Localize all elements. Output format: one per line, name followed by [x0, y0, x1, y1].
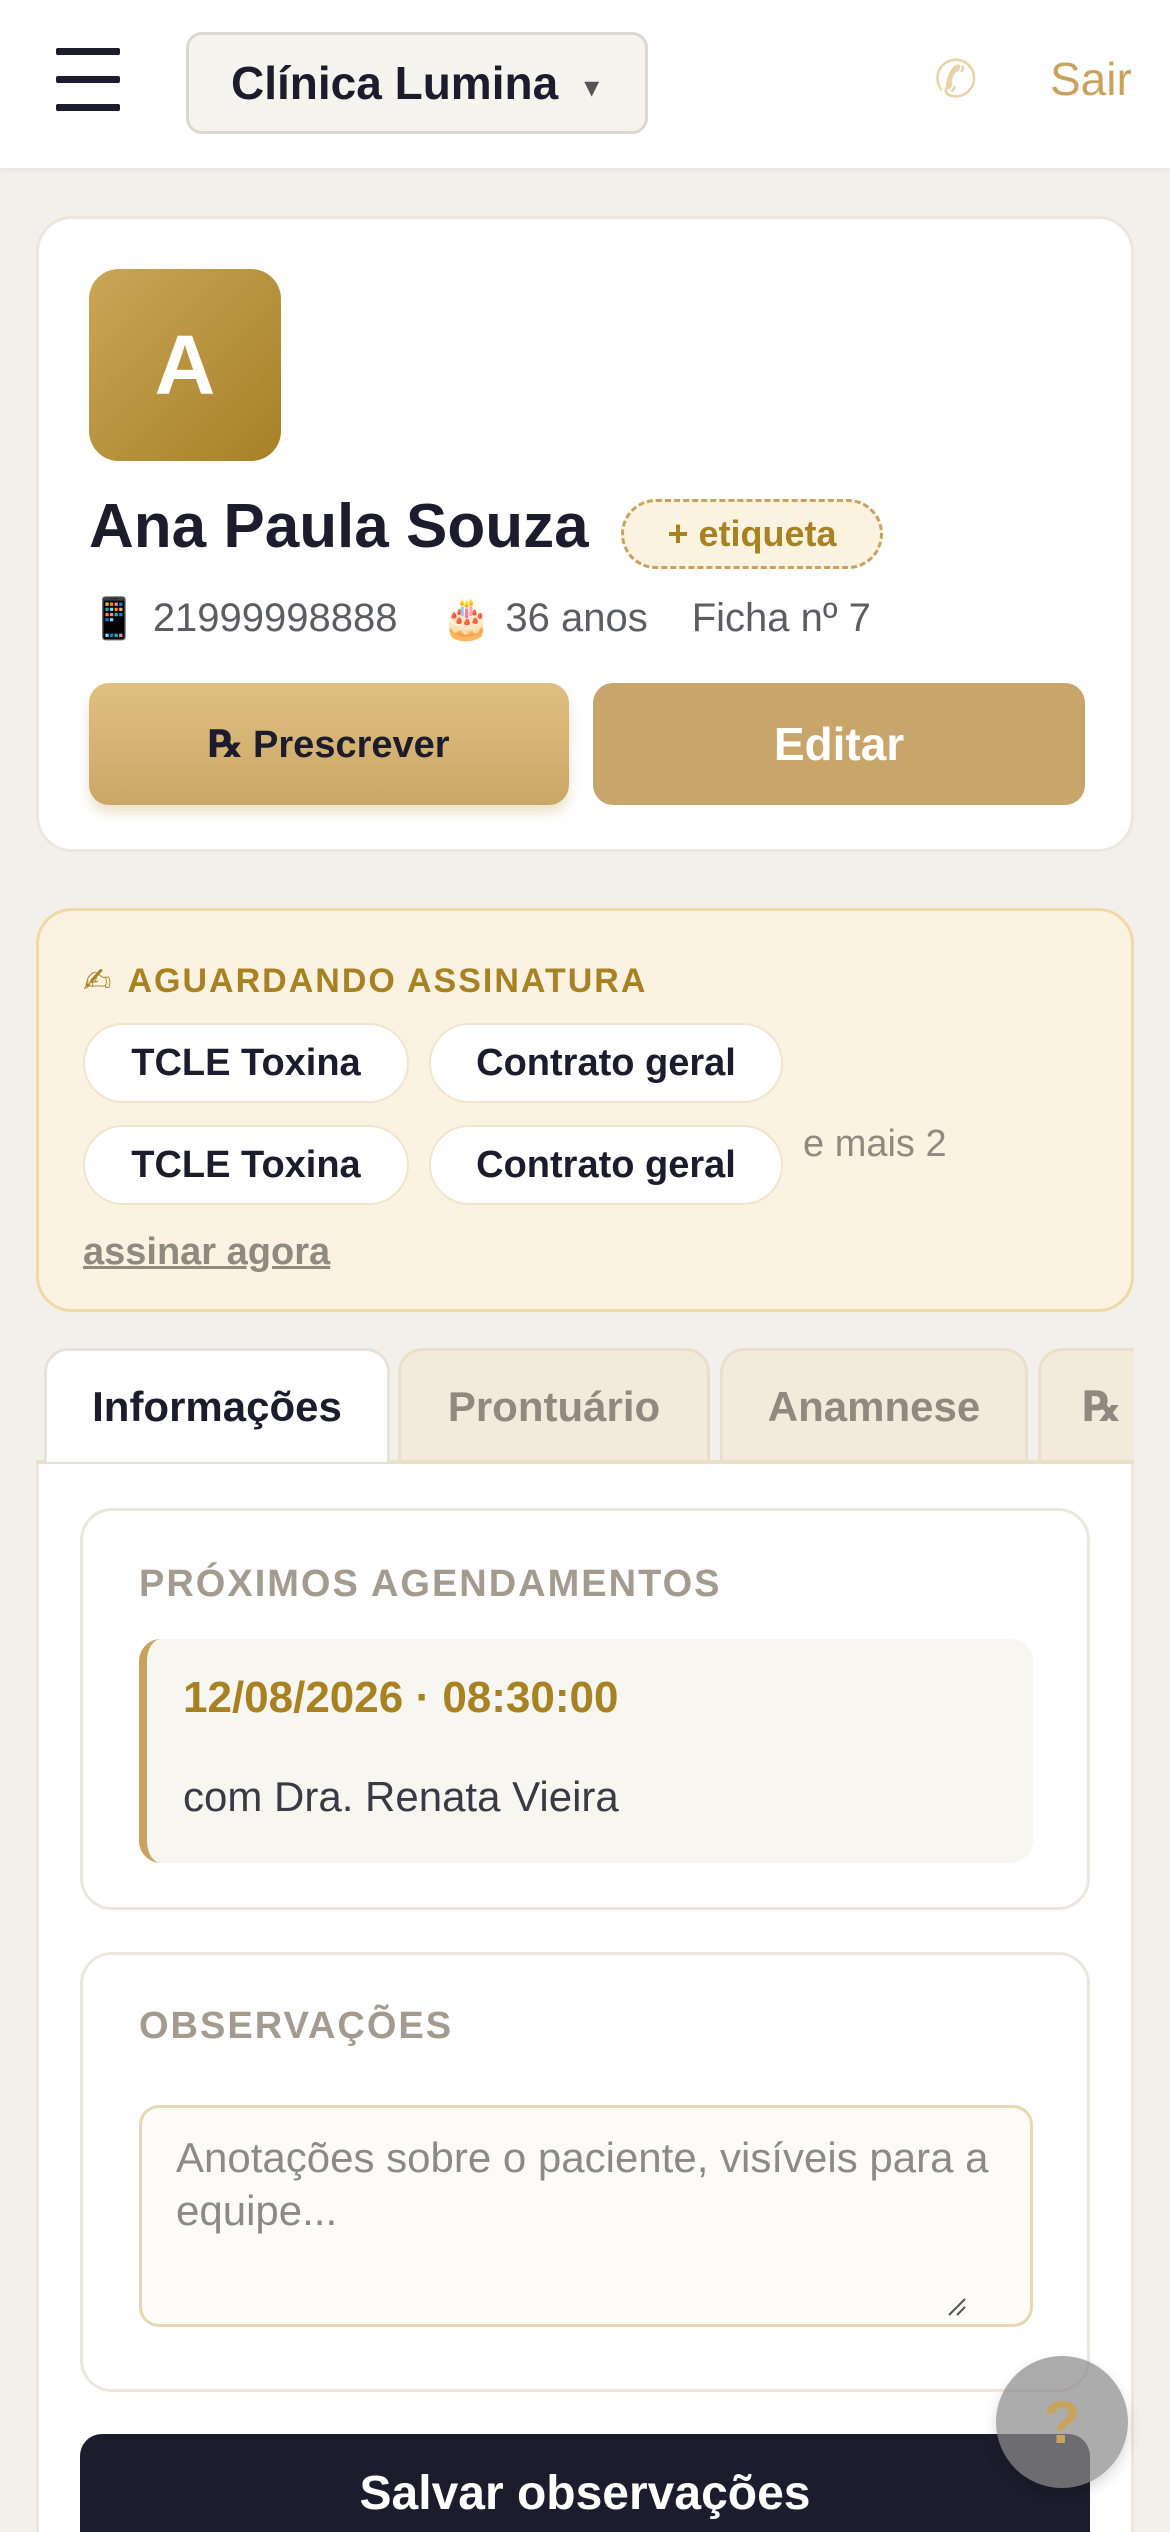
edit-button[interactable]: Editar: [593, 683, 1085, 805]
observations-card: OBSERVAÇÕES: [80, 1952, 1090, 2392]
avatar: A: [89, 269, 281, 461]
prescribe-button[interactable]: ℞ Prescrever: [89, 683, 569, 805]
tab-informacoes[interactable]: Informações: [44, 1348, 390, 1462]
phone-icon[interactable]: ✆: [934, 50, 978, 110]
resize-handle-icon[interactable]: [945, 2295, 967, 2317]
top-bar: Clínica Lumina ▾ ✆ Sair: [0, 0, 1170, 168]
appointment-datetime: 12/08/2026 · 08:30:00: [183, 1673, 619, 1722]
tab-prescricoes[interactable]: ℞: [1038, 1348, 1134, 1462]
mobile-phone-icon: 📱: [89, 597, 139, 641]
clinic-name: Clínica Lumina: [231, 57, 559, 109]
menu-icon[interactable]: [52, 44, 124, 120]
save-observations-button[interactable]: Salvar observações: [80, 2434, 1090, 2532]
add-tag-button[interactable]: + etiqueta: [621, 499, 883, 569]
pending-signature-title: ✍ AGUARDANDO ASSINATURA: [83, 961, 647, 1001]
appointments-title: PRÓXIMOS AGENDAMENTOS: [139, 1563, 722, 1605]
clinic-selector[interactable]: Clínica Lumina ▾: [186, 32, 648, 134]
writing-hand-icon: ✍: [83, 962, 114, 1000]
observations-textarea[interactable]: [139, 2105, 1033, 2327]
patient-phone: 📱 21999998888: [89, 595, 398, 642]
patient-record-number: Ficha nº 7: [691, 596, 871, 640]
document-chip[interactable]: Contrato geral: [429, 1125, 783, 1205]
birthday-cake-icon: 🎂: [441, 597, 492, 641]
patient-meta: 📱 21999998888 🎂 36 anos Ficha nº 7: [89, 595, 915, 642]
tab-bar: Informações Prontuário Anamnese ℞: [40, 1348, 1134, 1464]
patient-age: 🎂 36 anos: [442, 595, 648, 642]
logout-button[interactable]: Sair: [1050, 52, 1132, 106]
appointment-doctor: com Dra. Renata Vieira: [183, 1773, 619, 1820]
observations-title: OBSERVAÇÕES: [139, 2005, 454, 2047]
patient-profile-card: A Ana Paula Souza + etiqueta 📱 219999988…: [36, 216, 1134, 852]
tab-prontuario[interactable]: Prontuário: [398, 1348, 710, 1462]
patient-phone-value: 21999998888: [152, 596, 398, 640]
help-button[interactable]: ?: [996, 2356, 1128, 2488]
pending-signature-label: AGUARDANDO ASSINATURA: [127, 961, 648, 1000]
sign-now-link[interactable]: assinar agora: [83, 1231, 330, 1274]
document-chip[interactable]: TCLE Toxina: [83, 1125, 409, 1205]
patient-age-value: 36 anos: [505, 596, 648, 640]
tab-anamnese[interactable]: Anamnese: [720, 1348, 1028, 1462]
document-chip[interactable]: TCLE Toxina: [83, 1023, 409, 1103]
patient-name: Ana Paula Souza: [89, 492, 589, 561]
appointment-item[interactable]: 12/08/2026 · 08:30:00 com Dra. Renata Vi…: [139, 1639, 1033, 1863]
document-chip[interactable]: Contrato geral: [429, 1023, 783, 1103]
chevron-down-icon: ▾: [584, 70, 600, 104]
upcoming-appointments-card: PRÓXIMOS AGENDAMENTOS 12/08/2026 · 08:30…: [80, 1508, 1090, 1910]
pending-signature-card: ✍ AGUARDANDO ASSINATURA TCLE Toxina Cont…: [36, 908, 1134, 1312]
more-documents-count: e mais 2: [803, 1123, 947, 1165]
